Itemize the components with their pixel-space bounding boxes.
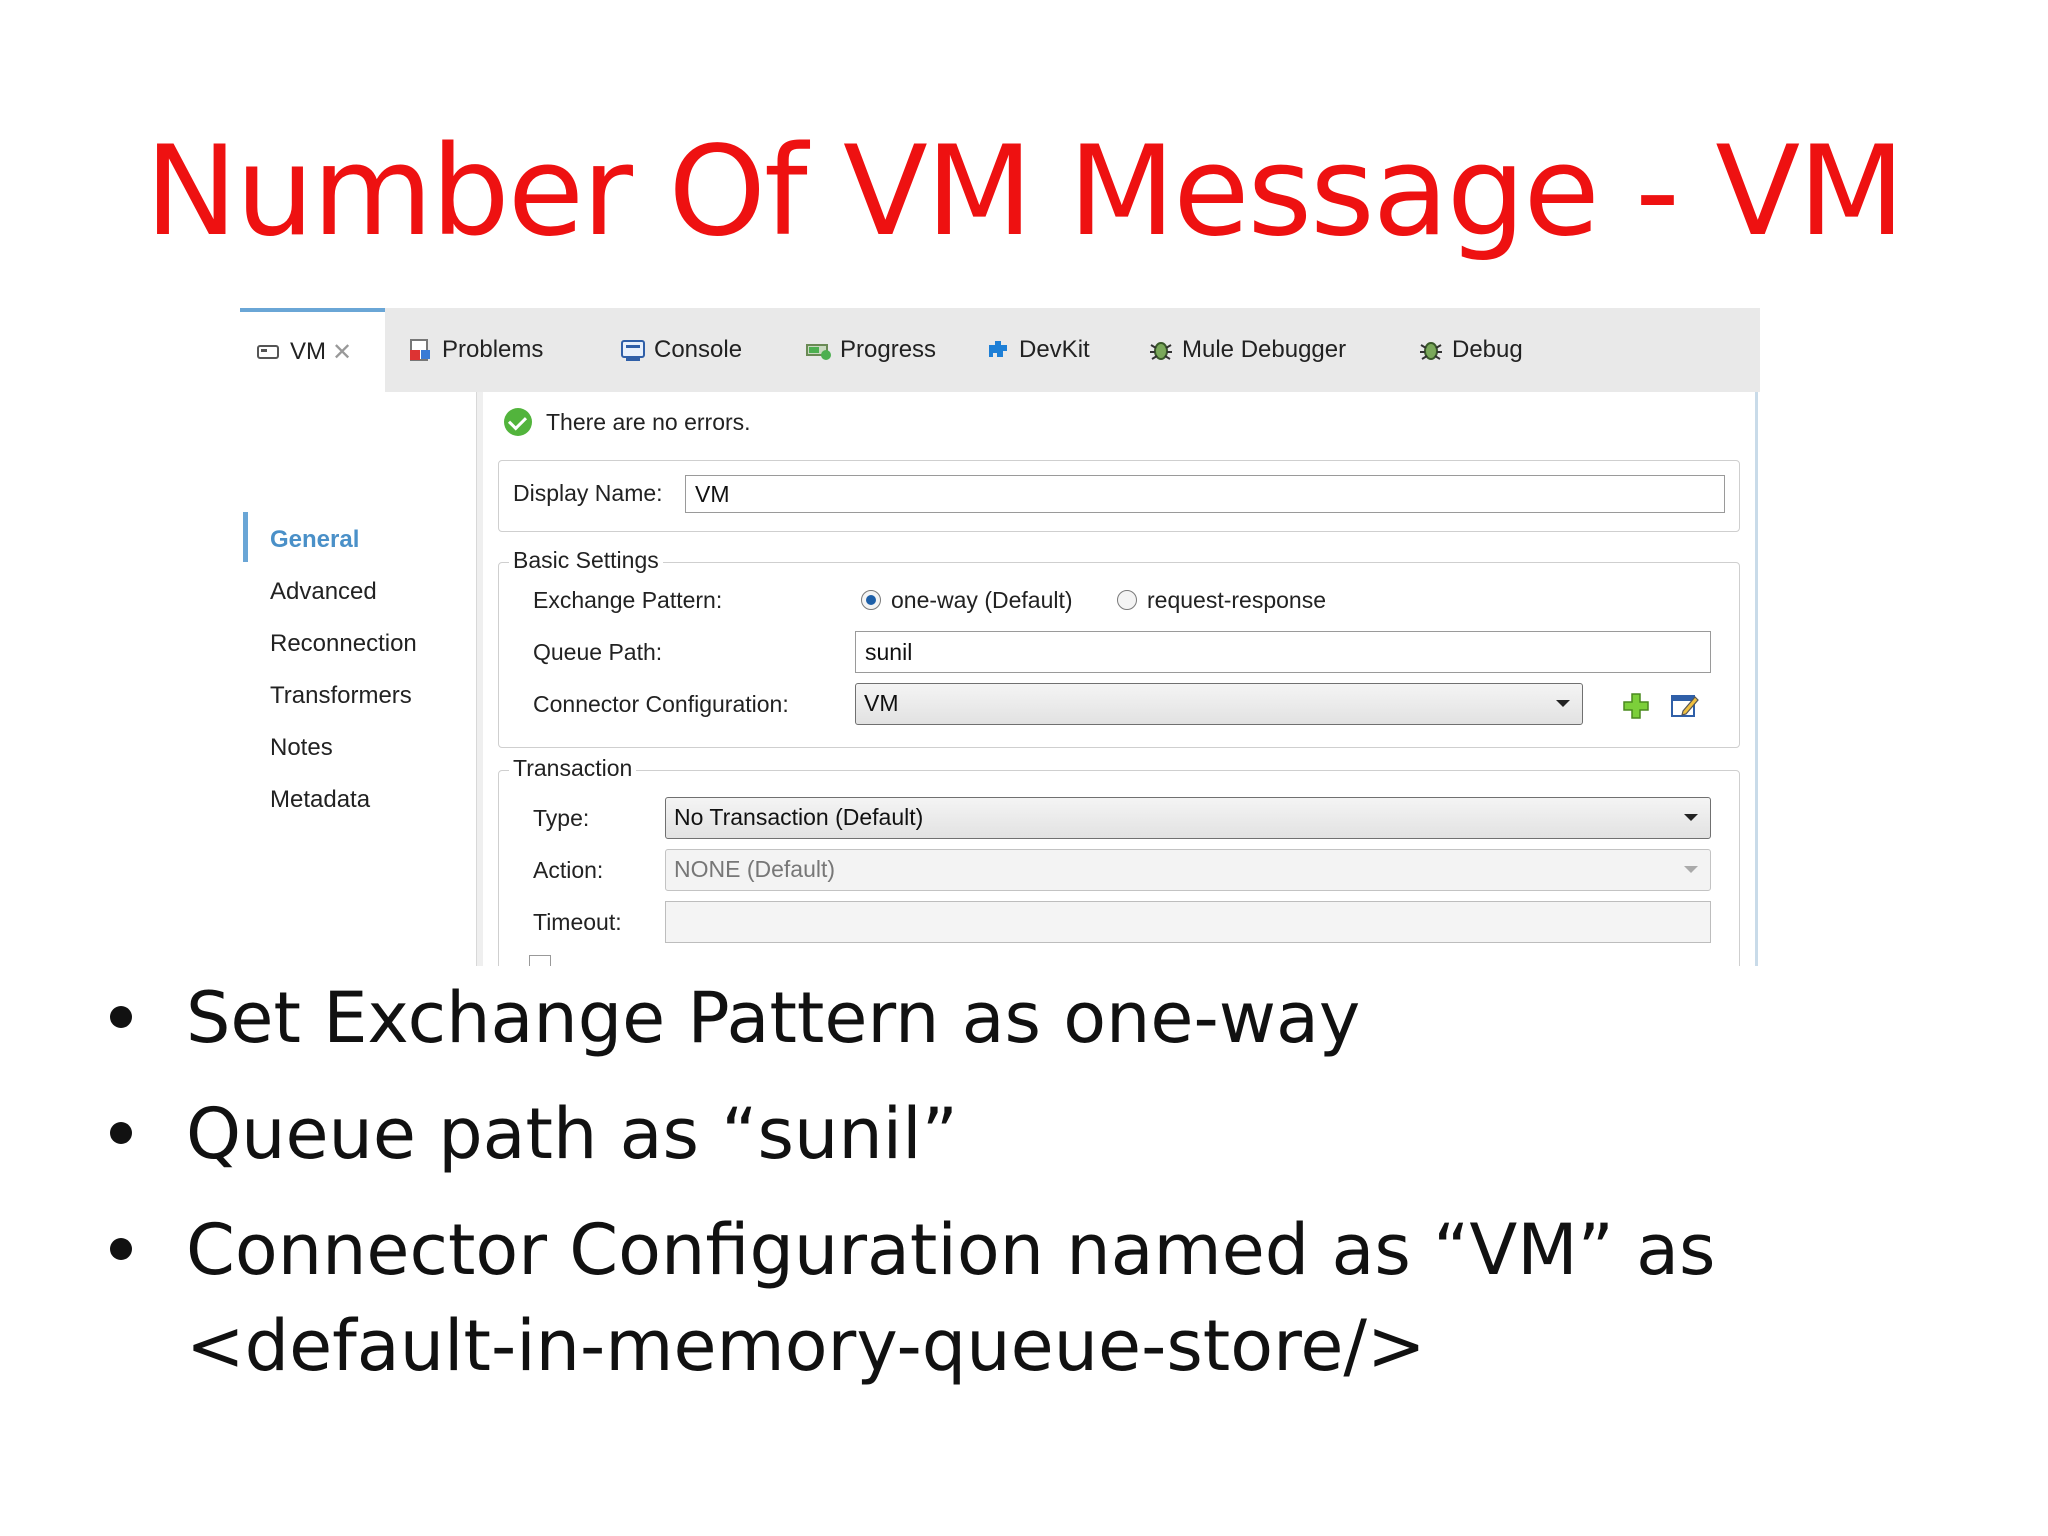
edit-icon[interactable] [1669,689,1701,721]
interact-checkbox[interactable] [529,955,551,966]
transaction-action-label: Action: [533,857,604,883]
sidebar-item-transformers[interactable]: Transformers [270,682,412,710]
basic-settings-legend: Basic Settings [509,547,663,574]
transaction-legend: Transaction [509,755,637,782]
sidebar-item-general[interactable]: General [270,526,359,554]
problems-icon [410,339,430,361]
tab-console-label: Console [654,336,743,363]
sidebar-item-advanced[interactable]: Advanced [270,578,377,606]
chevron-down-icon [1684,866,1698,873]
vm-icon [257,345,279,359]
queue-path-input[interactable]: sunil [855,631,1711,673]
radio-one-way[interactable] [861,590,881,610]
bullet-dot [110,1006,132,1028]
editor-screenshot: VM ✕ Problems Console Progress DevKit Mu… [240,308,1760,966]
basic-settings-group: Basic Settings Exchange Pattern: one-way… [498,547,1740,748]
check-icon [504,408,532,436]
view-tab-bar: VM ✕ Problems Console Progress DevKit Mu… [240,308,1760,392]
transaction-action-value: NONE (Default) [674,856,836,882]
panel-edge [1755,392,1758,966]
transaction-timeout-input[interactable] [665,901,1711,943]
transaction-timeout-label: Timeout: [533,909,622,935]
bullet-dot [110,1122,132,1144]
tab-console[interactable]: Console [620,308,742,392]
transaction-type-value: No Transaction (Default) [674,804,924,830]
sidebar-item-reconnection[interactable]: Reconnection [270,630,417,658]
properties-sidebar: General Advanced Reconnection Transforme… [240,392,478,966]
tab-debug-label: Debug [1452,336,1523,363]
active-nav-marker [243,512,248,562]
connector-config-select[interactable]: VM [855,683,1583,725]
transaction-type-label: Type: [533,805,590,831]
transaction-group: Transaction Type: No Transaction (Defaul… [498,755,1740,966]
tab-devkit-label: DevKit [1019,336,1090,363]
add-icon[interactable] [1621,691,1651,721]
sidebar-item-notes[interactable]: Notes [270,734,333,762]
display-name-input[interactable]: VM [685,475,1725,513]
bullet-text: Set Exchange Pattern as one-way [186,977,1361,1059]
progress-icon [806,344,831,360]
radio-one-way-label: one-way (Default) [891,587,1073,613]
exchange-pattern-label: Exchange Pattern: [533,587,723,613]
bullet-text-continued: <default-in-memory-queue-store/> [186,1305,1426,1387]
chevron-down-icon [1684,814,1698,821]
bullet-dot [110,1238,132,1260]
tab-mule-debugger[interactable]: Mule Debugger [1148,308,1346,392]
bullet-text: Queue path as “sunil” [186,1093,958,1175]
panel-divider[interactable] [476,392,483,966]
status-text: There are no errors. [546,408,751,435]
sidebar-item-metadata[interactable]: Metadata [270,786,370,814]
transaction-action-select: NONE (Default) [665,849,1711,891]
tab-devkit[interactable]: DevKit [985,308,1090,392]
tab-mule-debugger-label: Mule Debugger [1182,336,1347,363]
devkit-icon [989,341,1007,357]
tab-problems[interactable]: Problems [408,308,543,392]
close-icon[interactable]: ✕ [332,338,352,367]
radio-request-response[interactable] [1117,590,1137,610]
tab-progress-label: Progress [840,336,937,363]
display-name-group: Display Name: VM [498,460,1740,532]
display-name-label: Display Name: [513,480,663,506]
chevron-down-icon [1556,700,1570,707]
bullet-text: Connector Configuration named as “VM” as [186,1209,1716,1291]
status-message: There are no errors. [504,408,751,436]
tab-progress[interactable]: Progress [806,308,936,392]
tab-vm-label: VM [290,338,326,365]
radio-request-response-label: request-response [1147,587,1326,613]
connector-config-label: Connector Configuration: [533,691,789,717]
connector-config-value: VM [864,690,899,716]
tab-problems-label: Problems [442,336,544,363]
slide-title: Number Of VM Message - VM [144,120,1905,264]
tab-vm[interactable]: VM ✕ [240,308,385,392]
transaction-type-select[interactable]: No Transaction (Default) [665,797,1711,839]
queue-path-label: Queue Path: [533,639,663,665]
bug-icon [1420,342,1442,360]
console-icon [621,340,645,361]
bug-icon [1150,342,1172,360]
tab-debug[interactable]: Debug [1418,308,1523,392]
